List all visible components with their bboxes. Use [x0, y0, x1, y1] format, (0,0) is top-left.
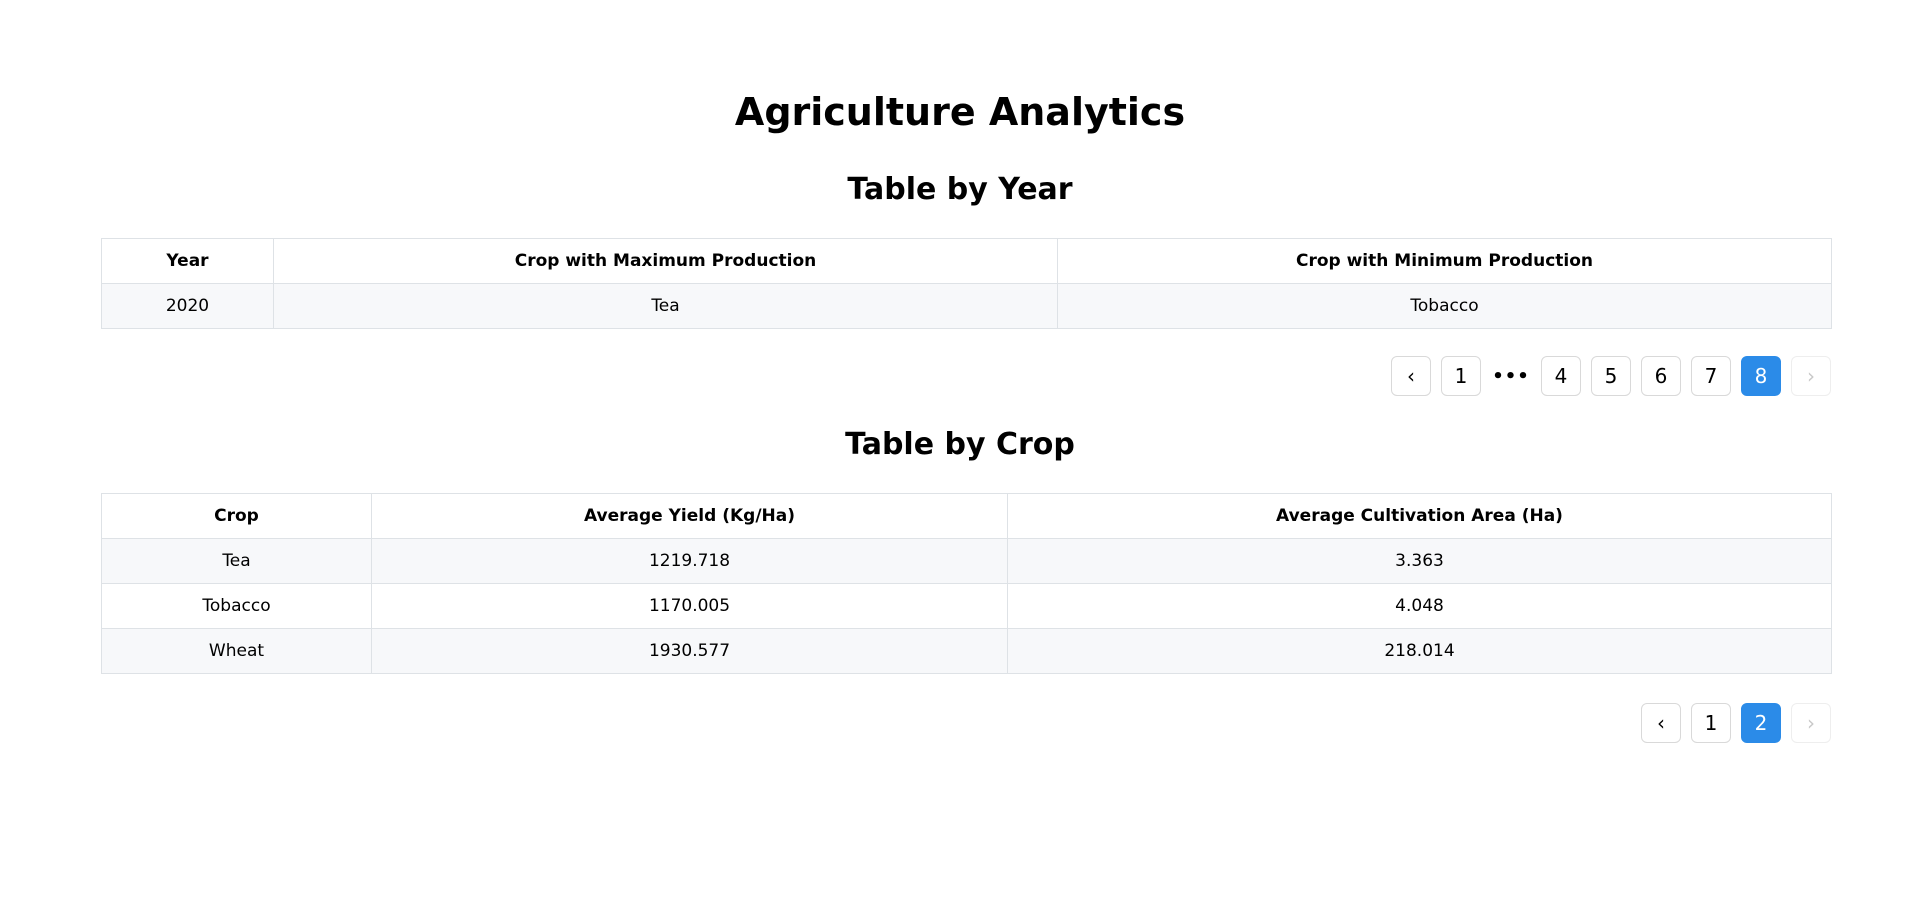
- cell-crop: Tobacco: [101, 583, 372, 629]
- year-table-title: Table by Year: [847, 172, 1073, 207]
- pagination-page-1[interactable]: 1: [1441, 356, 1481, 396]
- pagination-next-button: ›: [1791, 703, 1831, 743]
- year-table: Year Crop with Maximum Production Crop w…: [101, 238, 1832, 329]
- pagination-page-8-current[interactable]: 8: [1741, 356, 1781, 396]
- column-header-max-production: Crop with Maximum Production: [273, 238, 1058, 284]
- cell-average-area: 3.363: [1007, 538, 1832, 584]
- cell-crop: Tea: [101, 538, 372, 584]
- pagination-page-2-current[interactable]: 2: [1741, 703, 1781, 743]
- cell-average-area: 218.014: [1007, 628, 1832, 674]
- pagination-prev-button[interactable]: ‹: [1391, 356, 1431, 396]
- cell-average-yield: 1930.577: [371, 628, 1008, 674]
- pagination-next-button: ›: [1791, 356, 1831, 396]
- pagination-page-7[interactable]: 7: [1691, 356, 1731, 396]
- column-header-min-production: Crop with Minimum Production: [1057, 238, 1832, 284]
- column-header-crop: Crop: [101, 493, 372, 539]
- table-row: Tea 1219.718 3.363: [101, 538, 1832, 584]
- chevron-left-icon: ‹: [1407, 364, 1415, 388]
- year-table-header-row: Year Crop with Maximum Production Crop w…: [101, 238, 1832, 284]
- cell-average-yield: 1219.718: [371, 538, 1008, 584]
- table-row: Wheat 1930.577 218.014: [101, 628, 1832, 674]
- table-row: 2020 Tea Tobacco: [101, 283, 1832, 329]
- crop-table-title: Table by Crop: [845, 427, 1075, 462]
- table-row: Tobacco 1170.005 4.048: [101, 583, 1832, 629]
- pagination-page-4[interactable]: 4: [1541, 356, 1581, 396]
- column-header-average-area: Average Cultivation Area (Ha): [1007, 493, 1832, 539]
- cell-min-crop: Tobacco: [1057, 283, 1832, 329]
- cell-year: 2020: [101, 283, 274, 329]
- pagination-page-6[interactable]: 6: [1641, 356, 1681, 396]
- year-table-pagination: ‹ 1 ••• 4 5 6 7 8 ›: [1391, 356, 1831, 396]
- column-header-average-yield: Average Yield (Kg/Ha): [371, 493, 1008, 539]
- pagination-prev-button[interactable]: ‹: [1641, 703, 1681, 743]
- pagination-page-1[interactable]: 1: [1691, 703, 1731, 743]
- crop-table-header-row: Crop Average Yield (Kg/Ha) Average Culti…: [101, 493, 1832, 539]
- pagination-ellipsis[interactable]: •••: [1491, 356, 1531, 396]
- cell-average-area: 4.048: [1007, 583, 1832, 629]
- crop-table-pagination: ‹ 1 2 ›: [1641, 703, 1831, 743]
- chevron-right-icon: ›: [1807, 364, 1815, 388]
- pagination-page-5[interactable]: 5: [1591, 356, 1631, 396]
- page: Agriculture Analytics Table by Year Year…: [0, 0, 1908, 897]
- page-title: Agriculture Analytics: [734, 90, 1186, 134]
- chevron-right-icon: ›: [1807, 711, 1815, 735]
- column-header-year: Year: [101, 238, 274, 284]
- cell-max-crop: Tea: [273, 283, 1058, 329]
- chevron-left-icon: ‹: [1657, 711, 1665, 735]
- cell-average-yield: 1170.005: [371, 583, 1008, 629]
- crop-table: Crop Average Yield (Kg/Ha) Average Culti…: [101, 493, 1832, 674]
- cell-crop: Wheat: [101, 628, 372, 674]
